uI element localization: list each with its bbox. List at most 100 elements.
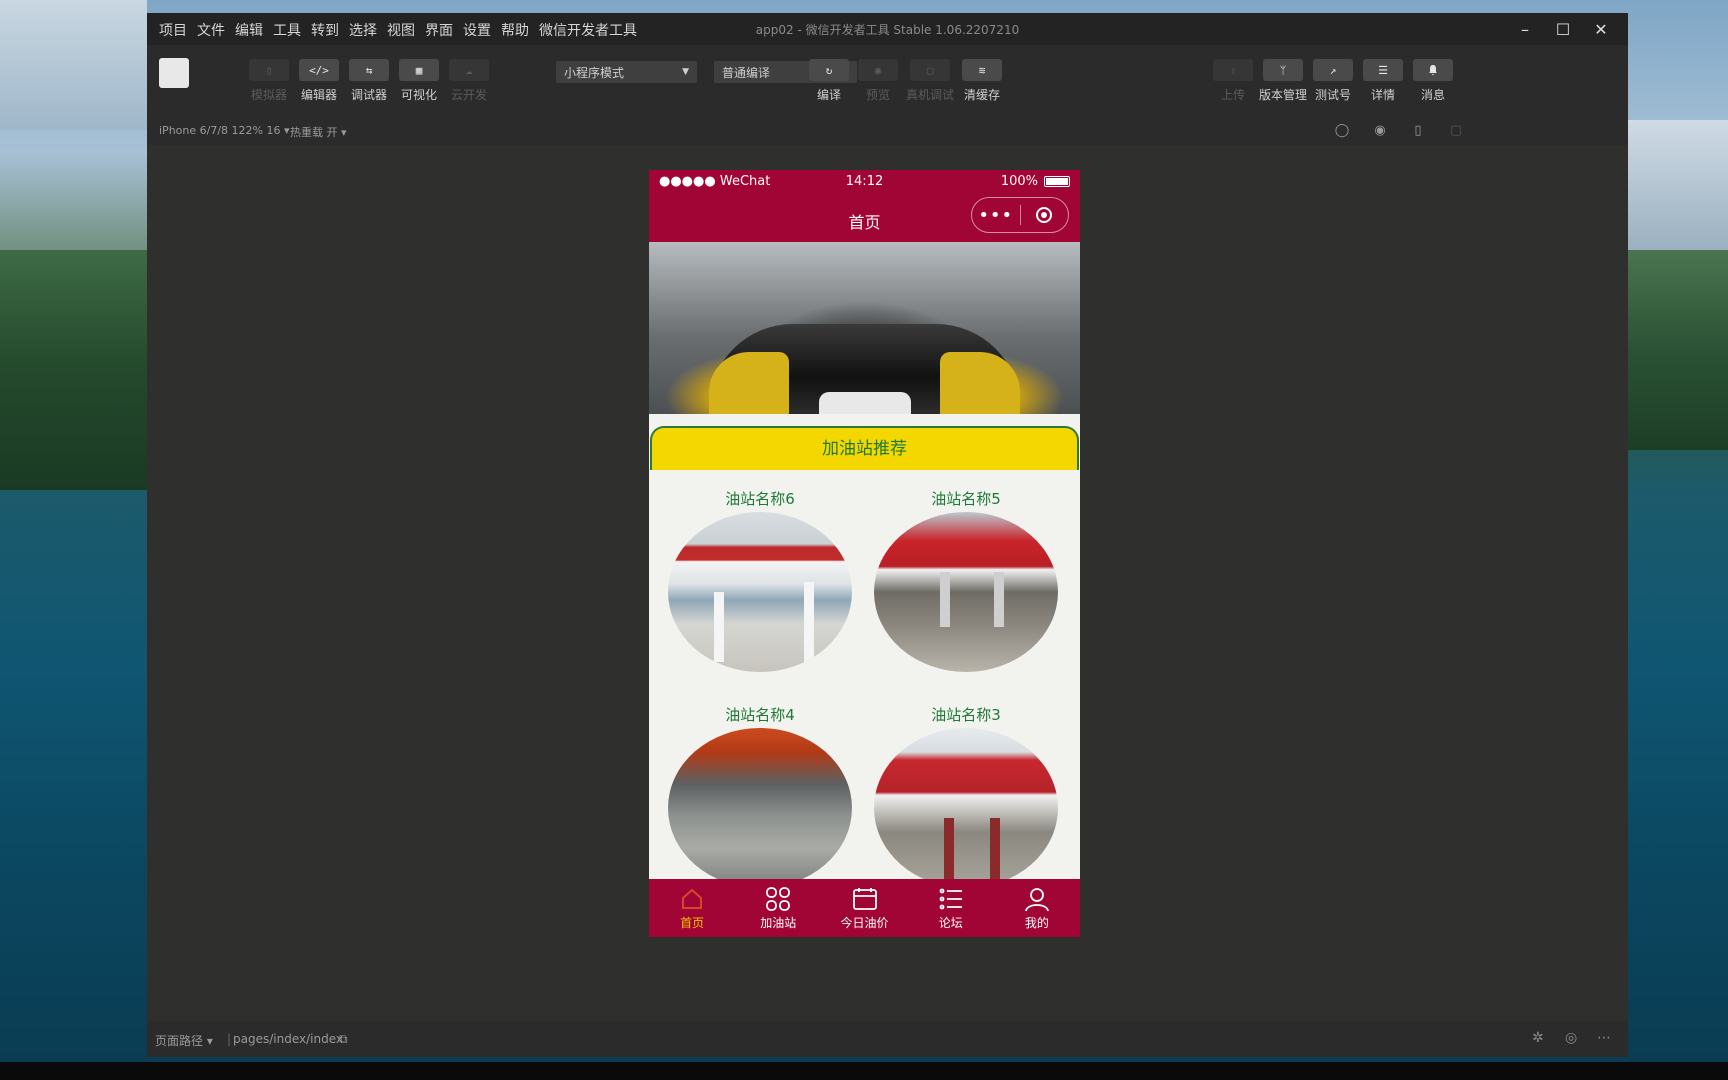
messages-button[interactable]: 消息 [1408,59,1458,103]
refresh-icon: ↻ [809,59,849,81]
close-button[interactable]: ✕ [1582,15,1620,43]
station-card[interactable]: 油站名称4 [665,704,855,888]
menu-icon: ☰ [1363,59,1403,81]
avatar[interactable] [159,58,189,88]
capsule-menu: ••• [971,197,1069,233]
simulator-subbar: iPhone 6/7/8 122% 16 ▾ 热重载 开 ▾ ◯ ◉ ▯ ▢ [147,117,1628,145]
status-right: 100% [1001,174,1070,189]
tab-label: 首页 [680,916,705,930]
title-bar: 项目 文件 编辑 工具 转到 选择 视图 界面 设置 帮助 微信开发者工具 ap… [147,13,1628,45]
canopy-pillar [804,582,814,662]
tab-mine[interactable]: 我的 [994,879,1080,937]
copy-icon[interactable]: ⧉ [339,1032,348,1047]
editor-button[interactable]: </> 编辑器 [294,59,344,103]
device-select[interactable]: iPhone 6/7/8 122% 16 ▾ [159,124,290,137]
clear-cache-label: 清缓存 [963,88,1000,102]
list-icon [938,886,964,912]
taskbar [0,1062,1728,1080]
canopy-pillar [944,818,954,888]
mode-select[interactable]: 小程序模式 ▼ [556,61,697,83]
simulator-label: 模拟器 [250,88,287,102]
more-icon[interactable]: ⋯ [1597,1030,1611,1046]
visual-button[interactable]: ▦ 可视化 [394,59,444,103]
layout-icon: ▦ [399,59,439,81]
chevron-down-icon: ▼ [682,67,689,77]
upload-button[interactable]: ⇧ 上传 [1208,59,1258,103]
devtools-window: 项目 文件 编辑 工具 转到 选择 视图 界面 设置 帮助 微信开发者工具 ap… [147,13,1628,1057]
station-name: 油站名称6 [725,490,795,508]
window-title: app02 - 微信开发者工具 Stable 1.06.2207210 [755,23,1020,37]
messages-label: 消息 [1420,88,1445,102]
tab-bar: 首页 加油站 今日油价 论坛 我的 [649,879,1080,937]
simulator-button[interactable]: ▯ 模拟器 [244,59,294,103]
bell-glyph [1429,65,1437,76]
version-label: 版本管理 [1258,88,1307,102]
bell-icon [1413,59,1453,81]
eye-icon[interactable]: ◎ [1565,1030,1577,1046]
tab-forum[interactable]: 论坛 [908,879,994,937]
desktop-mountain-right [1628,120,1728,250]
tab-oil-price[interactable]: 今日油价 [821,879,907,937]
debugger-button[interactable]: ⇆ 调试器 [344,59,394,103]
branch-icon: ᛘ [1263,59,1303,81]
phone-icon[interactable]: ▯ [1410,123,1426,139]
window-controls: – ☐ ✕ [1506,15,1620,43]
tab-home[interactable]: 首页 [649,879,735,937]
preview-button[interactable]: ◉ 预览 [853,59,903,103]
station-image [874,728,1058,888]
eye-icon: ◉ [858,59,898,81]
close-miniapp-button[interactable] [1020,207,1068,223]
real-device-label: 真机调试 [905,88,954,102]
record-icon[interactable]: ◉ [1372,123,1388,139]
section-title: 加油站推荐 [650,426,1079,470]
page-path: pages/index/index [233,1032,343,1046]
home-icon [679,886,705,912]
more-dots-icon[interactable]: ••• [972,205,1020,226]
station-card[interactable]: 油站名称6 [665,488,855,672]
popout-icon[interactable]: ▢ [1448,123,1464,139]
status-bar: 页面路径 ▾ | pages/index/index ⧉ ✲ ◎ ⋯ [147,1021,1628,1057]
station-card[interactable]: 油站名称5 [871,488,1061,672]
grid-icon [765,886,791,912]
real-device-button[interactable]: ▢ 真机调试 [905,59,955,103]
test-account-label: 测试号 [1314,88,1351,102]
battery-percent: 100% [1000,174,1038,189]
station-name: 油站名称5 [931,490,1001,508]
version-button[interactable]: ᛘ 版本管理 [1258,59,1308,103]
mode-select-value: 小程序模式 [564,65,625,80]
car-fender-right [940,352,1020,414]
station-card[interactable]: 油站名称3 [871,704,1061,888]
maximize-button[interactable]: ☐ [1544,15,1582,43]
bug-icon[interactable]: ✲ [1532,1030,1544,1046]
canopy-pillar [994,572,1004,627]
station-image [668,728,852,888]
test-account-button[interactable]: ↗ 测试号 [1308,59,1358,103]
desktop-sky [0,0,147,130]
cloud-button[interactable]: ☁ 云开发 [444,59,494,103]
layers-icon: ≋ [962,59,1002,81]
clear-cache-button[interactable]: ≋ 清缓存 [957,59,1007,103]
tab-stations[interactable]: 加油站 [735,879,821,937]
station-name: 油站名称4 [725,706,795,724]
station-image [874,512,1058,672]
compile-button[interactable]: ↻ 编译 [804,59,854,103]
hotreload-toggle[interactable]: 热重载 开 ▾ [290,124,347,140]
station-image [668,512,852,672]
car-fender-left [709,352,789,414]
banner-image[interactable] [649,242,1080,414]
path-divider: | [227,1032,232,1046]
editor-label: 编辑器 [300,88,337,102]
upload-icon: ⇧ [1213,59,1253,81]
simulator-icon: ▯ [249,59,289,81]
rotate-icon[interactable]: ◯ [1334,123,1350,139]
page-path-select[interactable]: 页面路径 ▾ [155,1032,213,1049]
minimize-button[interactable]: – [1506,15,1544,43]
tab-label: 我的 [1024,916,1049,930]
tab-label: 加油站 [760,916,797,930]
compile-label: 编译 [816,88,841,102]
debugger-label: 调试器 [350,88,387,102]
phone-debug-icon: ▢ [910,59,950,81]
canopy-pillar [990,818,1000,888]
canopy-pillar [714,592,724,662]
details-button[interactable]: ☰ 详情 [1358,59,1408,103]
